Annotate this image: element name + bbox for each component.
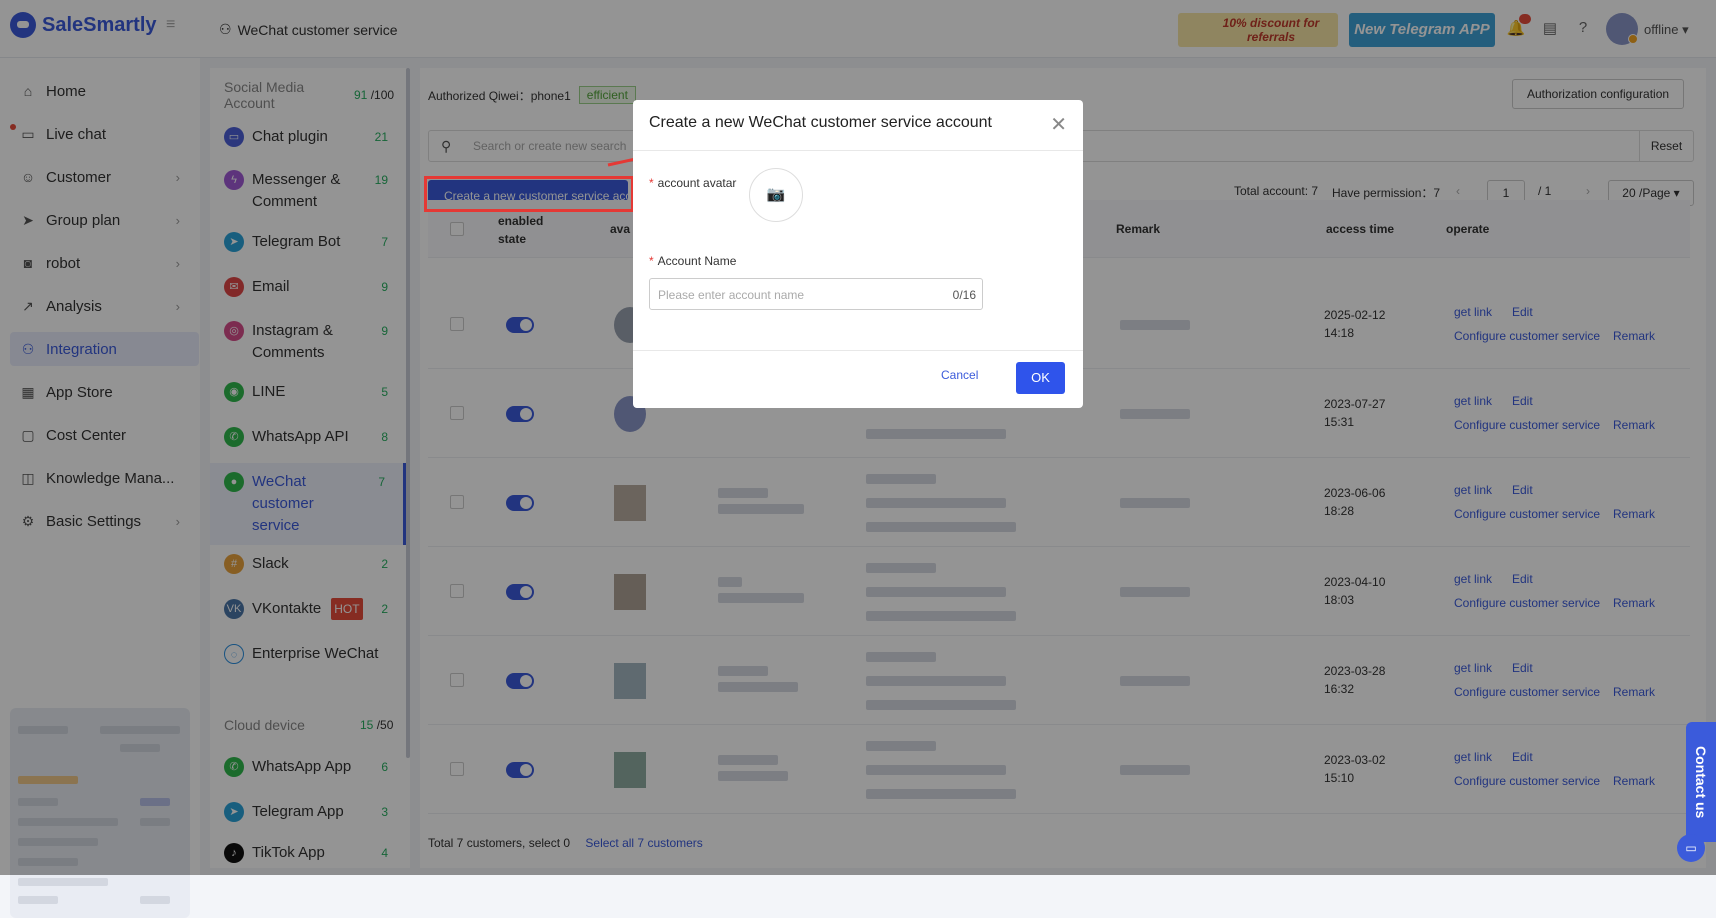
name-field-label: * Account Name <box>649 254 737 268</box>
highlight-box <box>424 176 634 212</box>
dialog-title: Create a new WeChat customer service acc… <box>649 114 992 131</box>
account-name-input[interactable]: Please enter account name 0/16 <box>649 278 983 310</box>
contact-us-tab[interactable]: Contact us <box>1686 722 1716 842</box>
create-account-dialog: Create a new WeChat customer service acc… <box>633 100 1083 408</box>
camera-icon: 📷 <box>766 186 786 203</box>
close-icon[interactable]: ✕ <box>1050 112 1067 137</box>
account-name-placeholder: Please enter account name <box>658 288 805 302</box>
name-label-text: Account Name <box>657 254 737 268</box>
chat-bubble-icon[interactable]: ▭ <box>1677 834 1705 862</box>
char-counter: 0/16 <box>952 288 976 302</box>
avatar-field-label: * account avatar <box>649 176 737 190</box>
ok-button[interactable]: OK <box>1016 362 1065 394</box>
divider <box>633 350 1083 351</box>
avatar-upload[interactable]: 📷 <box>749 168 803 222</box>
divider <box>633 150 1083 151</box>
cancel-button[interactable]: Cancel <box>941 368 978 382</box>
avatar-label-text: account avatar <box>657 176 737 190</box>
